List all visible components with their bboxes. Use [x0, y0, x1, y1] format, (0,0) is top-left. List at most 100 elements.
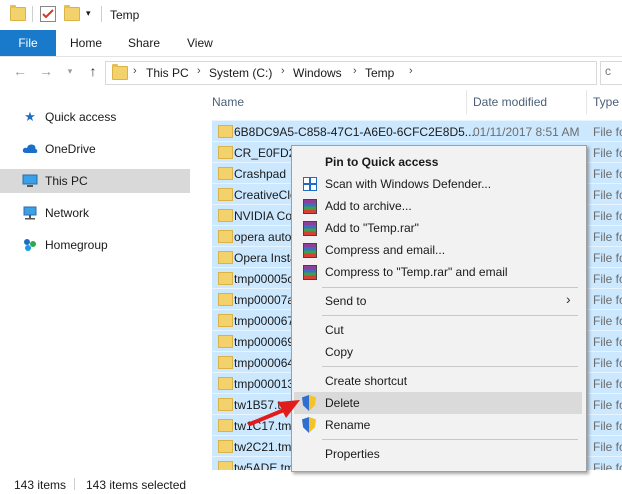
- folder-icon: [10, 5, 26, 21]
- folder-icon: [218, 230, 233, 243]
- folder-icon: [218, 461, 233, 470]
- cloud-icon: [22, 142, 38, 156]
- menu-item-label: Add to archive...: [325, 199, 412, 213]
- divider: [101, 6, 102, 22]
- divider: [74, 478, 75, 490]
- folder-icon: [218, 167, 233, 180]
- folder-icon: [218, 209, 233, 222]
- file-type: File fo: [593, 293, 622, 307]
- menu-item-label: Send to: [325, 294, 367, 308]
- file-type: File fo: [593, 356, 622, 370]
- file-name: 6B8DC9A5-C858-47C1-A6E0-6CFC2E8D5...: [234, 125, 474, 139]
- nav-item-label: Homegroup: [45, 238, 108, 252]
- menu-item-rename[interactable]: Rename: [294, 414, 582, 436]
- menu-item-label: Scan with Windows Defender...: [325, 177, 492, 191]
- computer-icon: [22, 174, 38, 188]
- red-arrow-annotation: [248, 400, 300, 426]
- menu-item-cut[interactable]: Cut: [294, 319, 582, 341]
- nav-item-network[interactable]: Network: [0, 201, 190, 225]
- customize-quick-access-icon[interactable]: ▾: [86, 8, 91, 19]
- file-type: File fo: [593, 167, 622, 181]
- nav-item-label: Quick access: [45, 110, 117, 124]
- folder-icon: [112, 64, 128, 80]
- search-input[interactable]: c: [600, 61, 622, 85]
- title-bar: ▾ Temp: [0, 0, 622, 30]
- menu-item-label: Cut: [325, 323, 344, 337]
- menu-item-compress-to-temp-rar-and-email[interactable]: Compress to "Temp.rar" and email: [294, 261, 582, 283]
- menu-separator: [322, 315, 578, 316]
- chevron-right-icon[interactable]: ›: [197, 65, 201, 77]
- column-divider[interactable]: [586, 90, 587, 114]
- menu-separator: [322, 287, 578, 288]
- file-type: File fo: [593, 461, 622, 470]
- folder-icon: [218, 188, 233, 201]
- address-bar[interactable]: › This PC › System (C:) › Windows › Temp…: [105, 61, 597, 85]
- column-header-type[interactable]: Type: [593, 95, 619, 109]
- tab-share[interactable]: Share: [128, 30, 160, 56]
- folder-icon: [218, 398, 233, 411]
- tab-file[interactable]: File: [0, 30, 56, 56]
- file-type: File fo: [593, 251, 622, 265]
- chevron-right-icon: ›: [566, 291, 571, 307]
- menu-item-scan-with-defender[interactable]: Scan with Windows Defender...: [294, 173, 582, 195]
- nav-item-onedrive[interactable]: OneDrive: [0, 137, 190, 161]
- menu-item-label: Properties: [325, 447, 380, 461]
- breadcrumb-windows[interactable]: Windows: [293, 66, 342, 80]
- folder-icon: [218, 440, 233, 453]
- date-modified: 01/11/2017 8:51 AM: [473, 125, 580, 139]
- menu-item-pin-to-quick-access[interactable]: Pin to Quick access: [294, 151, 582, 173]
- nav-item-label: Network: [45, 206, 90, 220]
- breadcrumb-this-pc[interactable]: This PC: [146, 66, 189, 80]
- file-type: File fo: [593, 146, 622, 160]
- menu-item-send-to[interactable]: Send to ›: [294, 290, 582, 312]
- menu-item-label: Pin to Quick access: [325, 155, 439, 169]
- folder-icon: [218, 314, 233, 327]
- menu-separator: [322, 366, 578, 367]
- chevron-right-icon[interactable]: ›: [409, 65, 413, 77]
- defender-icon: [303, 177, 317, 191]
- forward-arrow-icon[interactable]: →: [38, 63, 54, 79]
- list-item[interactable]: 6B8DC9A5-C858-47C1-A6E0-6CFC2E8D5... 01/1…: [212, 120, 622, 142]
- nav-item-homegroup[interactable]: Homegroup: [0, 233, 190, 257]
- tab-home[interactable]: Home: [70, 30, 102, 56]
- file-type: File fo: [593, 272, 622, 286]
- breadcrumb-temp[interactable]: Temp: [365, 66, 394, 80]
- menu-item-label: Create shortcut: [325, 374, 408, 388]
- window-title: Temp: [110, 8, 140, 22]
- menu-item-compress-and-email[interactable]: Compress and email...: [294, 239, 582, 261]
- column-header-date-modified[interactable]: Date modified: [473, 95, 547, 109]
- selected-count: 143 items selected: [86, 478, 187, 492]
- nav-item-this-pc[interactable]: This PC: [0, 169, 190, 193]
- column-header-name[interactable]: Name: [212, 95, 244, 109]
- chevron-right-icon[interactable]: ›: [353, 65, 357, 77]
- menu-item-create-shortcut[interactable]: Create shortcut: [294, 370, 582, 392]
- menu-item-properties[interactable]: Properties: [294, 443, 582, 465]
- folder-icon: [218, 377, 233, 390]
- menu-item-add-to-temp-rar[interactable]: Add to "Temp.rar": [294, 217, 582, 239]
- back-arrow-icon[interactable]: ←: [12, 63, 28, 79]
- file-type: File fo: [593, 440, 622, 454]
- tab-view[interactable]: View: [187, 30, 213, 56]
- status-bar: 143 items 143 items selected: [0, 474, 622, 494]
- breadcrumb-system-c[interactable]: System (C:): [209, 66, 272, 80]
- item-count: 143 items: [14, 478, 67, 492]
- nav-item-quick-access[interactable]: ★ Quick access: [0, 105, 190, 129]
- column-divider[interactable]: [466, 90, 467, 114]
- menu-item-copy[interactable]: Copy: [294, 341, 582, 363]
- file-type: File fo: [593, 125, 622, 139]
- up-arrow-icon[interactable]: ↑: [85, 63, 101, 79]
- recent-locations-chevron-icon[interactable]: ▾: [62, 63, 78, 79]
- menu-item-delete[interactable]: Delete: [294, 392, 582, 414]
- file-type: File fo: [593, 188, 622, 202]
- file-type: File fo: [593, 314, 622, 328]
- folder-icon: [218, 356, 233, 369]
- new-folder-icon[interactable]: [64, 5, 80, 21]
- file-type: File fo: [593, 230, 622, 244]
- properties-icon[interactable]: [40, 6, 56, 22]
- file-type: File fo: [593, 377, 622, 391]
- menu-item-add-to-archive[interactable]: Add to archive...: [294, 195, 582, 217]
- chevron-right-icon[interactable]: ›: [133, 65, 137, 77]
- menu-item-label: Add to "Temp.rar": [325, 221, 419, 235]
- chevron-right-icon[interactable]: ›: [281, 65, 285, 77]
- folder-icon: [218, 251, 233, 264]
